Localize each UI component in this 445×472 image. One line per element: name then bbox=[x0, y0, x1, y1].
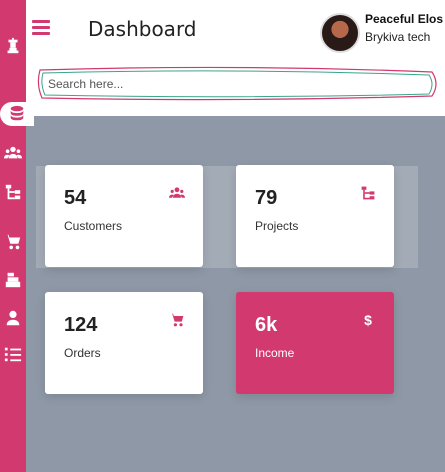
customers-card[interactable]: 54 Customers bbox=[45, 165, 203, 267]
orders-card[interactable]: 124 Orders bbox=[45, 292, 203, 394]
menu-icon[interactable] bbox=[32, 20, 50, 36]
sidebar bbox=[0, 0, 34, 472]
user-tie-icon[interactable] bbox=[1, 306, 25, 330]
dollar-icon: $ bbox=[364, 312, 372, 328]
cart-icon[interactable] bbox=[1, 230, 25, 254]
card-label: Customers bbox=[64, 219, 123, 233]
header: Dashboard Peaceful Elos Brykiva tech bbox=[26, 0, 445, 116]
projects-card[interactable]: 79 Projects bbox=[236, 165, 394, 267]
users-icon[interactable] bbox=[1, 141, 25, 165]
cart-icon bbox=[169, 312, 185, 328]
search-box bbox=[36, 66, 437, 101]
chess-icon[interactable] bbox=[1, 34, 25, 58]
user-name: Peaceful Elos bbox=[365, 12, 444, 26]
card-value: 79 bbox=[255, 187, 278, 209]
avatar[interactable] bbox=[320, 13, 360, 53]
sitemap-icon[interactable] bbox=[1, 180, 25, 204]
page-title: Dashboard bbox=[88, 17, 197, 41]
card-value: 54 bbox=[64, 187, 87, 209]
card-value: 124 bbox=[64, 314, 98, 336]
card-value: 6k bbox=[255, 314, 278, 336]
search-input[interactable] bbox=[46, 74, 430, 94]
users-icon bbox=[169, 185, 185, 201]
cash-register-icon[interactable] bbox=[1, 268, 25, 292]
tasks-icon[interactable] bbox=[1, 342, 25, 366]
card-label: Projects bbox=[255, 219, 299, 233]
card-label: Income bbox=[255, 346, 295, 360]
card-label: Orders bbox=[64, 346, 101, 360]
sitemap-icon bbox=[360, 185, 376, 201]
user-company: Brykiva tech bbox=[365, 30, 431, 44]
income-card[interactable]: 6k Income $ bbox=[236, 292, 394, 394]
